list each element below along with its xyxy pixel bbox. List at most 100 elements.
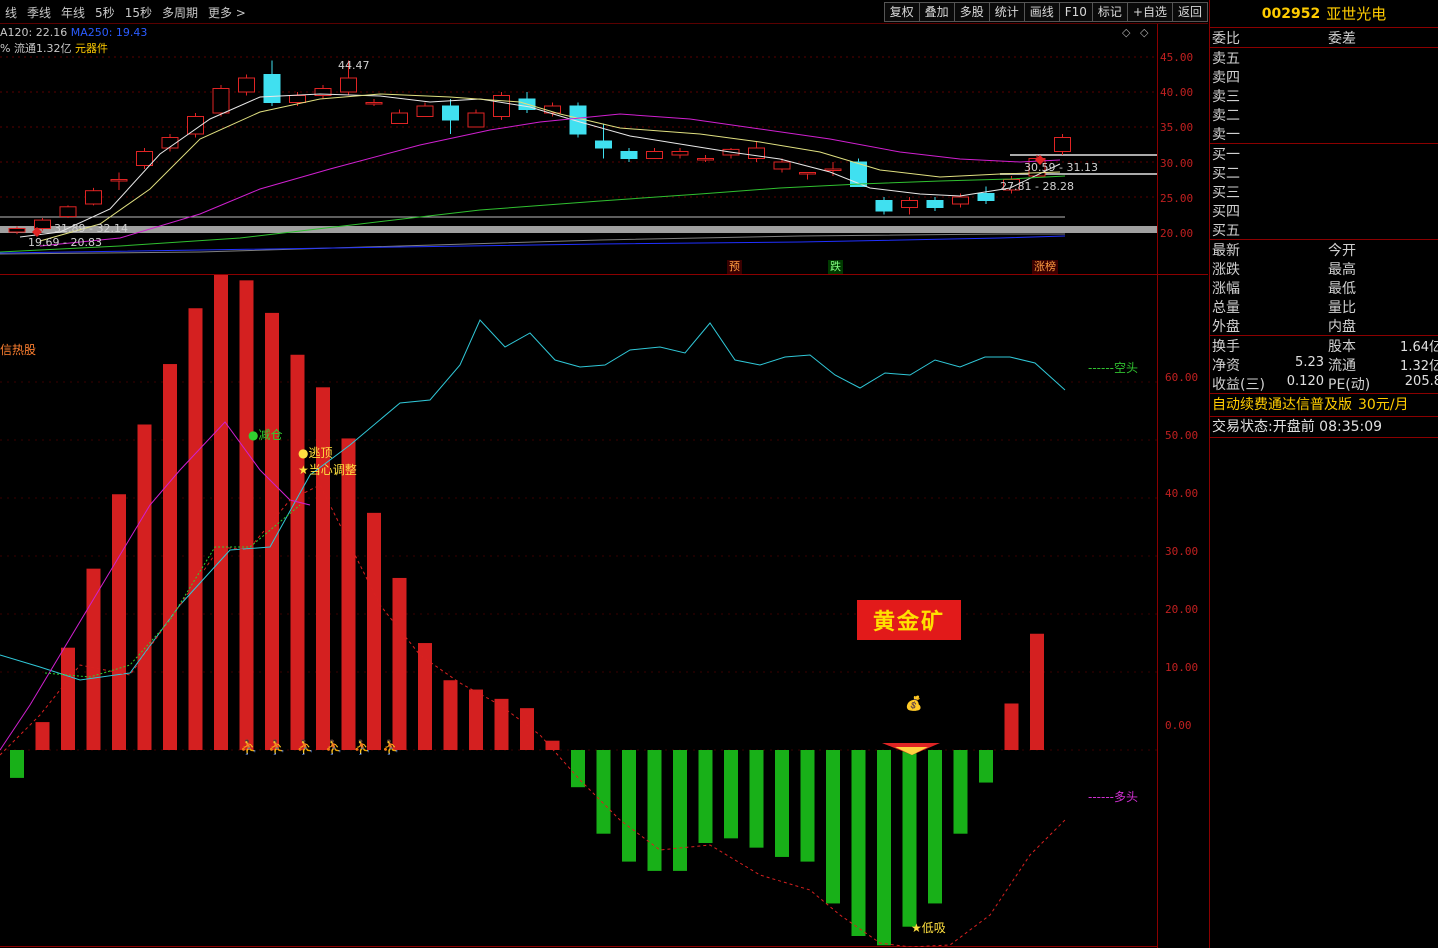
histogram-bar	[851, 750, 866, 936]
status-time: 08:35:09	[1319, 419, 1383, 435]
dixi-signal: ★低吸	[911, 921, 946, 935]
histogram-bar	[61, 647, 75, 750]
fundamental-label: PE(动)	[1328, 377, 1371, 393]
bid-row: 买四	[1210, 201, 1438, 220]
quote-row: 外盘 内盘	[1210, 316, 1438, 335]
ma60-line	[0, 175, 1066, 253]
histogram-bar	[418, 643, 432, 750]
candlestick	[697, 158, 714, 161]
bid-row: 买二	[1210, 163, 1438, 182]
ask-levels: 卖五 卖四 卖三 卖二 卖一	[1210, 48, 1438, 143]
dixi-text: 低吸	[921, 921, 946, 935]
candlestick	[340, 77, 357, 93]
event-tag-pre[interactable]: 预	[727, 260, 742, 274]
histogram-bar	[622, 750, 636, 862]
chart-area[interactable]: A120: 22.16 MA250: 19.43 % 流通1.32亿 元器件 4…	[0, 24, 1208, 948]
tool-button-8[interactable]: 返回	[1171, 2, 1208, 22]
candlestick	[289, 95, 306, 103]
promo-line[interactable]: 自动续费通达信普及版 30元/月	[1210, 394, 1438, 416]
bid-row: 买一	[1210, 144, 1438, 163]
fundamental-row: 换手 股本 1.64亿	[1210, 336, 1438, 355]
histogram-bar	[928, 750, 942, 904]
weicha-label: 委差	[1328, 31, 1356, 47]
quote-panel: 002952 亚世光电 委比 委差 卖五 卖四 卖三 卖二 卖一 买一 买二 买三 买四 买五 …	[1209, 0, 1438, 948]
quote-row: 最新 今开	[1210, 240, 1438, 259]
bid-row: 买五	[1210, 220, 1438, 239]
range-label-b: 19.69 - 20.83	[28, 236, 102, 249]
quote-row: 总量 量比	[1210, 297, 1438, 316]
candlestick	[977, 193, 995, 201]
axis-tick-label: 40.00	[1165, 487, 1199, 500]
candlestick	[671, 151, 689, 156]
axis-tick-label: 10.00	[1165, 661, 1199, 674]
histogram-bar	[571, 750, 585, 788]
indicator-name: 信热股	[0, 343, 37, 357]
quote-label: 涨跌	[1212, 262, 1240, 278]
axis-tick-label: 20.00	[1165, 603, 1199, 616]
bid-label: 买一	[1212, 147, 1240, 163]
candlestick	[493, 95, 510, 117]
taoding-text: 逃顶	[308, 446, 333, 460]
expand-icon[interactable]: ◇	[1140, 26, 1148, 39]
period-item-6[interactable]: 更多 >	[203, 4, 251, 21]
bid-label: 买五	[1212, 223, 1240, 239]
period-item-3[interactable]: 5秒	[90, 4, 120, 21]
money-bag-icon: 💰	[905, 696, 923, 712]
ask-label: 卖二	[1212, 108, 1240, 124]
candlestick	[1054, 137, 1071, 152]
tool-button-6[interactable]: 标记	[1091, 2, 1127, 22]
tool-button-7[interactable]: +自选	[1126, 2, 1172, 22]
dangxin-signal: ★当心调整	[298, 463, 357, 477]
axis-tick-label: 20.00	[1160, 227, 1194, 240]
histogram-bar	[214, 275, 228, 750]
candlestick	[595, 140, 612, 149]
candlestick	[110, 179, 128, 182]
period-item-1[interactable]: 季线	[22, 4, 56, 21]
tool-button-1[interactable]: 叠加	[918, 2, 954, 22]
signal-triangle-inner	[895, 747, 928, 755]
histogram-bar	[494, 698, 509, 750]
quote-label: 最低	[1328, 281, 1356, 297]
status-value: 开盘前	[1272, 419, 1315, 435]
period-item-4[interactable]: 15秒	[120, 4, 157, 21]
gold-mine-badge[interactable]: 黄金矿	[857, 600, 961, 640]
separator	[1210, 437, 1438, 438]
high-price-label: 44.47	[338, 59, 370, 72]
status-label: 交易状态:	[1212, 419, 1273, 435]
bid-label: 买二	[1212, 166, 1240, 182]
tool-button-2[interactable]: 多股	[953, 2, 989, 22]
candlestick	[926, 200, 944, 208]
histogram-bar	[673, 750, 687, 871]
axis-tick-label: 30.00	[1160, 156, 1194, 170]
histogram-bar	[469, 689, 483, 750]
period-item-5[interactable]: 多周期	[157, 4, 203, 21]
tool-button-5[interactable]: F10	[1058, 2, 1092, 22]
candlestick	[8, 228, 26, 233]
event-tag-fall[interactable]: 跌	[828, 260, 843, 274]
histogram-bar	[724, 750, 738, 839]
histogram-bar	[902, 750, 917, 927]
tool-button-0[interactable]: 复权	[883, 2, 919, 22]
event-tag-limit[interactable]: 涨榜	[1032, 260, 1058, 274]
candlestick	[620, 151, 638, 159]
stock-name: 亚世光电	[1326, 5, 1387, 23]
quote-row: 涨幅 最低	[1210, 278, 1438, 297]
period-item-2[interactable]: 年线	[56, 4, 90, 21]
indicator-chart[interactable]	[0, 275, 1158, 947]
price-chart[interactable]	[0, 24, 1158, 274]
histogram-bar	[698, 750, 713, 843]
histogram-bar	[877, 750, 891, 946]
period-selector: 线季线 年线 5秒 15秒 多周期 更多 >	[0, 0, 251, 24]
tool-button-4[interactable]: 画线	[1023, 2, 1059, 22]
histogram-bar	[1030, 633, 1044, 750]
diamond-icon[interactable]: ◇	[1122, 26, 1130, 39]
period-item-0[interactable]: 线	[0, 4, 22, 21]
ask-row: 卖三	[1210, 86, 1438, 105]
candlestick	[263, 74, 281, 103]
tool-button-3[interactable]: 统计	[988, 2, 1024, 22]
quote-label: 涨幅	[1212, 281, 1240, 297]
histogram-bar	[392, 577, 407, 750]
fundamental-label: 股本	[1328, 339, 1356, 355]
candlestick	[952, 196, 969, 205]
fundamental-row: 收益(三) 0.120 PE(动) 205.8	[1210, 374, 1438, 393]
